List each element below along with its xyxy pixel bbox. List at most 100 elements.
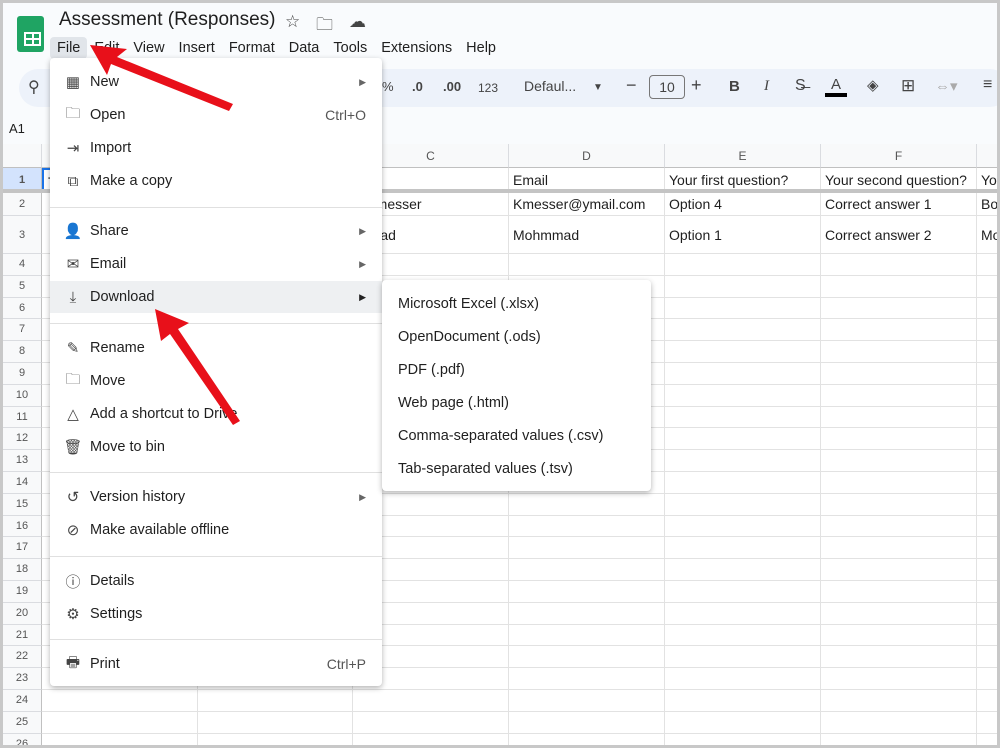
menu-item-open[interactable]: 🗀 Open Ctrl+O: [50, 99, 382, 131]
fill-color-icon[interactable]: ◈: [867, 76, 879, 94]
cell[interactable]: [821, 602, 977, 625]
cell[interactable]: [821, 537, 977, 560]
cell[interactable]: [509, 711, 665, 734]
font-chevron-down-icon[interactable]: ▼: [593, 82, 603, 93]
cell[interactable]: [665, 515, 821, 538]
cell[interactable]: [821, 711, 977, 734]
cell[interactable]: [977, 494, 997, 516]
cell[interactable]: [665, 472, 821, 494]
cell[interactable]: [198, 733, 353, 745]
cell[interactable]: [977, 319, 997, 342]
row-header[interactable]: 19: [3, 581, 42, 603]
menu-item-add-shortcut[interactable]: △ Add a shortcut to Drive: [50, 398, 382, 430]
cell[interactable]: [821, 581, 977, 603]
menu-item-move-to-bin[interactable]: 🗑 Move to bin: [50, 431, 382, 463]
download-xlsx[interactable]: Microsoft Excel (.xlsx): [398, 296, 539, 312]
cell[interactable]: [509, 493, 665, 516]
cell[interactable]: [977, 428, 997, 451]
cell[interactable]: [198, 711, 353, 734]
cell[interactable]: [821, 515, 977, 538]
cell[interactable]: [821, 319, 977, 342]
cell[interactable]: [665, 341, 821, 363]
cell[interactable]: [665, 602, 821, 625]
cell[interactable]: [821, 450, 977, 472]
cell[interactable]: [509, 668, 665, 690]
download-pdf[interactable]: PDF (.pdf): [398, 362, 465, 378]
menu-data[interactable]: Data: [282, 37, 327, 59]
borders-icon[interactable]: ⊞: [901, 76, 915, 96]
select-all-corner[interactable]: [3, 144, 42, 168]
cell[interactable]: [509, 733, 665, 745]
menu-extensions[interactable]: Extensions: [374, 37, 459, 59]
row-header[interactable]: 16: [3, 515, 42, 538]
row-header[interactable]: 22: [3, 646, 42, 669]
cell[interactable]: [509, 581, 665, 603]
font-select[interactable]: Defaul...: [524, 78, 576, 94]
cell[interactable]: [665, 733, 821, 745]
cell[interactable]: [977, 581, 997, 603]
menu-insert[interactable]: Insert: [172, 37, 222, 59]
cell[interactable]: [977, 625, 997, 647]
cell[interactable]: [665, 493, 821, 516]
align-icon[interactable]: ≡: [983, 76, 992, 94]
row-header[interactable]: 2: [3, 192, 42, 216]
row-header[interactable]: 23: [3, 668, 42, 690]
row-header[interactable]: 13: [3, 450, 42, 472]
menu-tools[interactable]: Tools: [326, 37, 374, 59]
menu-format[interactable]: Format: [222, 37, 282, 59]
cell[interactable]: [821, 624, 977, 647]
row-header[interactable]: 10: [3, 384, 42, 407]
italic-button[interactable]: I: [764, 78, 769, 95]
row-header[interactable]: 17: [3, 537, 42, 560]
cell[interactable]: [977, 407, 997, 429]
row-header[interactable]: 11: [3, 406, 42, 429]
menu-edit[interactable]: Edit: [87, 37, 126, 59]
cell[interactable]: [977, 690, 997, 712]
cell[interactable]: [977, 712, 997, 734]
menu-item-version-history[interactable]: ↺ Version history ▶: [50, 481, 382, 513]
font-size-input[interactable]: 10: [649, 75, 685, 99]
cell[interactable]: [42, 690, 198, 712]
name-box[interactable]: A1: [9, 121, 25, 136]
row-header[interactable]: 12: [3, 428, 42, 451]
menu-item-rename[interactable]: ✎ Rename: [50, 332, 382, 364]
row-header[interactable]: 9: [3, 363, 42, 385]
cell[interactable]: [665, 363, 821, 385]
cell[interactable]: Option 4: [665, 192, 821, 216]
cell[interactable]: [821, 275, 977, 298]
cell[interactable]: [821, 733, 977, 745]
cell[interactable]: Correct answer 2: [821, 216, 977, 254]
cell[interactable]: [977, 668, 997, 690]
cell[interactable]: Kmesser@ymail.com: [509, 192, 665, 216]
row-header[interactable]: 24: [3, 690, 42, 712]
cell[interactable]: Bo: [977, 192, 997, 216]
row-header[interactable]: 4: [3, 254, 42, 276]
cell[interactable]: Mohmmad: [509, 216, 665, 254]
cell[interactable]: [665, 537, 821, 560]
percent-button[interactable]: %: [382, 79, 394, 94]
cell[interactable]: [665, 711, 821, 734]
bold-button[interactable]: B: [729, 78, 740, 95]
row-header[interactable]: 6: [3, 297, 42, 320]
column-header-e[interactable]: E: [665, 144, 821, 168]
cell[interactable]: [821, 559, 977, 581]
increase-decimal-button[interactable]: .00: [443, 79, 461, 94]
cell[interactable]: [821, 254, 977, 276]
row-header[interactable]: 15: [3, 493, 42, 516]
search-menus-icon[interactable]: ⚲: [28, 77, 40, 97]
merge-cells-icon[interactable]: ⇔▾: [935, 77, 958, 95]
cell[interactable]: [509, 624, 665, 647]
menu-item-email[interactable]: ✉ Email ▶: [50, 248, 382, 280]
cell[interactable]: [821, 493, 977, 516]
strikethrough-icon[interactable]: S̶: [795, 77, 806, 95]
download-tsv[interactable]: Tab-separated values (.tsv): [398, 461, 573, 477]
row-header[interactable]: 14: [3, 472, 42, 494]
cell[interactable]: [509, 254, 665, 276]
cell[interactable]: [977, 537, 997, 560]
cell[interactable]: [509, 646, 665, 669]
cell[interactable]: [665, 319, 821, 342]
cell[interactable]: [665, 581, 821, 603]
download-ods[interactable]: OpenDocument (.ods): [398, 329, 541, 345]
cell[interactable]: [977, 472, 997, 494]
cell[interactable]: [665, 559, 821, 581]
